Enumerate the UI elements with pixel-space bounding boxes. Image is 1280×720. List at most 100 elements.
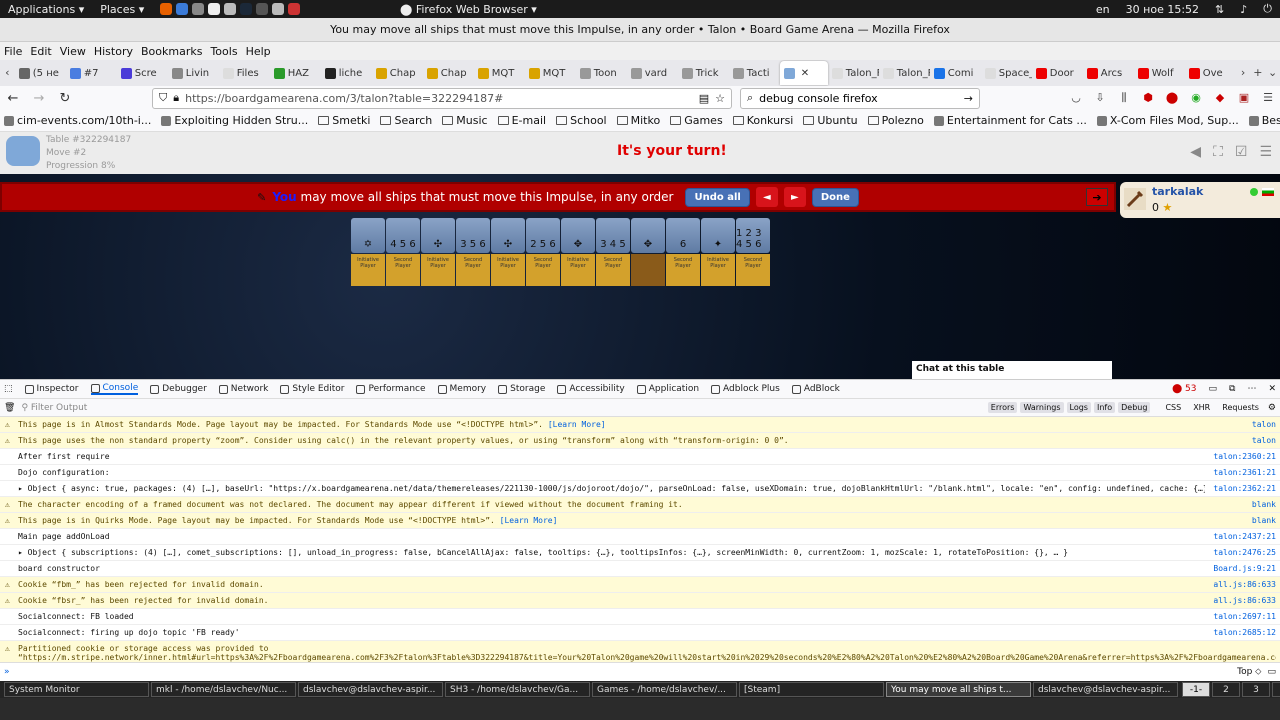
trash-icon[interactable]: 🗑︎ (4, 403, 15, 413)
menu-view[interactable]: View (56, 45, 90, 58)
browser-tab[interactable]: Talon_R (879, 61, 930, 85)
message-source-link[interactable]: all.js:86:633 (1213, 596, 1276, 605)
filter-logs[interactable]: Logs (1066, 402, 1091, 413)
browser-tab[interactable]: MQT (474, 61, 525, 85)
workspace-button[interactable]: -1- (1182, 682, 1210, 697)
impulse-slot[interactable]: ✥ Initiative Player (561, 218, 595, 286)
search-bar[interactable]: ⌕ → (740, 87, 980, 109)
impulse-slot[interactable]: ✦ Initiative Player (701, 218, 735, 286)
browser-tab[interactable]: Livin (168, 61, 219, 85)
impulse-slot[interactable]: 3 5 6 Second Player (456, 218, 490, 286)
message-source-link[interactable]: talon:2476:25 (1213, 548, 1276, 557)
message-source-link[interactable]: blank (1252, 516, 1276, 525)
close-devtools-icon[interactable]: ✕ (1268, 384, 1276, 394)
filter-xhr[interactable]: XHR (1190, 402, 1213, 413)
taskbar-window-button[interactable]: You may move all ships t... (886, 682, 1031, 697)
clock[interactable]: 30 ное 15:52 (1118, 3, 1207, 16)
menu-help[interactable]: Help (242, 45, 275, 58)
expand-arrow-button[interactable]: ➔ (1086, 188, 1108, 206)
browser-tab[interactable]: Trick (678, 61, 729, 85)
menu-bookmarks[interactable]: Bookmarks (137, 45, 206, 58)
bga-logo[interactable] (6, 136, 40, 166)
devtools-tab-accessibility[interactable]: Accessibility (557, 384, 625, 394)
browser-tab[interactable]: Files (219, 61, 270, 85)
devtools-tab-performance[interactable]: Performance (356, 384, 426, 394)
message-source-link[interactable]: talon:2685:12 (1213, 628, 1276, 637)
taskbar-window-button[interactable]: SH3 - /home/dslavchev/Ga... (445, 682, 590, 697)
message-source-link[interactable]: Board.js:9:21 (1213, 564, 1276, 573)
impulse-slot[interactable]: 1 2 3 4 5 6 Second Player (736, 218, 770, 286)
impulse-slot[interactable]: 6 Second Player (666, 218, 700, 286)
devtools-tab-application[interactable]: Application (636, 384, 699, 394)
devtools-tab-memory[interactable]: Memory (437, 384, 486, 394)
reader-view-icon[interactable]: ▤ (699, 92, 709, 105)
browser-tab[interactable]: Tacti (729, 61, 780, 85)
browser-tab[interactable]: #7 (66, 61, 117, 85)
message-source-link[interactable]: talon:2360:21 (1213, 452, 1276, 461)
hamburger-icon[interactable]: ☰ (1259, 144, 1272, 160)
taskbar-window-button[interactable]: System Monitor (4, 682, 149, 697)
reload-icon[interactable]: ↻ (56, 91, 74, 106)
next-button[interactable]: ► (783, 187, 806, 207)
browser-tab[interactable]: Wolf (1134, 61, 1185, 85)
devtools-tab-style-editor[interactable]: Style Editor (280, 384, 344, 394)
menu-edit[interactable]: Edit (26, 45, 55, 58)
adblock-plus-icon[interactable]: ⬢ (1140, 91, 1156, 105)
ext-alien-icon[interactable]: ◉ (1188, 91, 1204, 105)
browser-tab[interactable]: vard (627, 61, 678, 85)
list-tabs-icon[interactable]: ⌄ (1265, 66, 1280, 80)
thunderbird-launcher-icon[interactable] (176, 3, 189, 15)
menu-history[interactable]: History (90, 45, 137, 58)
bookmark-item[interactable]: Best wood is the morni... (1248, 114, 1280, 127)
browser-tab[interactable]: (5 не (15, 61, 66, 85)
settings-launcher-icon[interactable] (224, 3, 237, 15)
network-icon[interactable]: ⇅ (1207, 3, 1232, 16)
browser-tab[interactable]: Talon_F (828, 61, 879, 85)
menu-file[interactable]: File (0, 45, 26, 58)
impulse-slot[interactable]: ✥ (631, 218, 665, 286)
taskbar-window-button[interactable]: Games - /home/dslavchev/... (592, 682, 737, 697)
bookmark-item[interactable]: Games (670, 114, 723, 127)
filter-debug[interactable]: Debug (1118, 402, 1151, 413)
dock-icon[interactable]: ⧉ (1229, 384, 1235, 394)
learn-more-link[interactable]: [Learn More] (500, 516, 558, 525)
devtools-tab-storage[interactable]: Storage (498, 384, 545, 394)
lifebuoy-launcher-icon[interactable] (288, 3, 301, 15)
done-button[interactable]: Done (811, 187, 859, 207)
multiline-editor-icon[interactable]: ▭ (1267, 667, 1276, 677)
downloads-icon[interactable]: ⇩ (1092, 91, 1108, 105)
url-bar[interactable]: ⛉ 🔒︎ https://boardgamearena.com/3/talon?… (152, 87, 732, 109)
bookmark-item[interactable]: School (556, 114, 607, 127)
search-go-icon[interactable]: → (964, 92, 973, 105)
workspace-button[interactable]: 3 (1242, 682, 1270, 697)
workspace-button[interactable]: 2 (1212, 682, 1240, 697)
message-source-link[interactable]: talon (1252, 436, 1276, 445)
console-input[interactable]: » Top ⬦ ▭ (0, 662, 1280, 681)
undo-all-button[interactable]: Undo all (685, 187, 750, 207)
places-menu[interactable]: Places ▾ (92, 3, 152, 16)
lock-icon[interactable]: 🔒︎ (173, 91, 179, 105)
adblock-icon[interactable]: ⬤ (1164, 91, 1180, 105)
filter-requests[interactable]: Requests (1219, 402, 1262, 413)
player-name[interactable]: tarkalak (1152, 185, 1203, 198)
tab-scroll-left-icon[interactable]: ‹ (0, 66, 15, 80)
editor-launcher-icon[interactable] (208, 3, 221, 15)
bookmark-item[interactable]: Smetki (318, 114, 370, 127)
bookmark-item[interactable]: X-Com Files Mod, Sup... (1096, 114, 1239, 127)
message-source-link[interactable]: talon:2362:21 (1213, 484, 1276, 493)
browser-tab[interactable]: Comi (930, 61, 981, 85)
workspace-button[interactable]: 4 (1272, 682, 1280, 697)
library-icon[interactable]: ⫼ (1116, 91, 1132, 105)
message-source-link[interactable]: all.js:86:633 (1213, 580, 1276, 589)
impulse-slot[interactable]: ✡ Initiative Player (351, 218, 385, 286)
filter-errors[interactable]: Errors (987, 402, 1018, 413)
message-source-link[interactable]: talon (1252, 420, 1276, 429)
bookmark-item[interactable]: Ubuntu (803, 114, 858, 127)
devtools-tab-debugger[interactable]: Debugger (150, 384, 207, 394)
taskbar-window-button[interactable]: dslavchev@dslavchev-aspir... (298, 682, 443, 697)
devtools-tab-console[interactable]: Console (90, 383, 139, 395)
bookmark-item[interactable]: Exploiting Hidden Stru... (161, 114, 308, 127)
bookmark-item[interactable]: Music (442, 114, 488, 127)
volume-icon[interactable]: ♪ (1232, 3, 1255, 16)
message-source-link[interactable]: talon:2361:21 (1213, 468, 1276, 477)
